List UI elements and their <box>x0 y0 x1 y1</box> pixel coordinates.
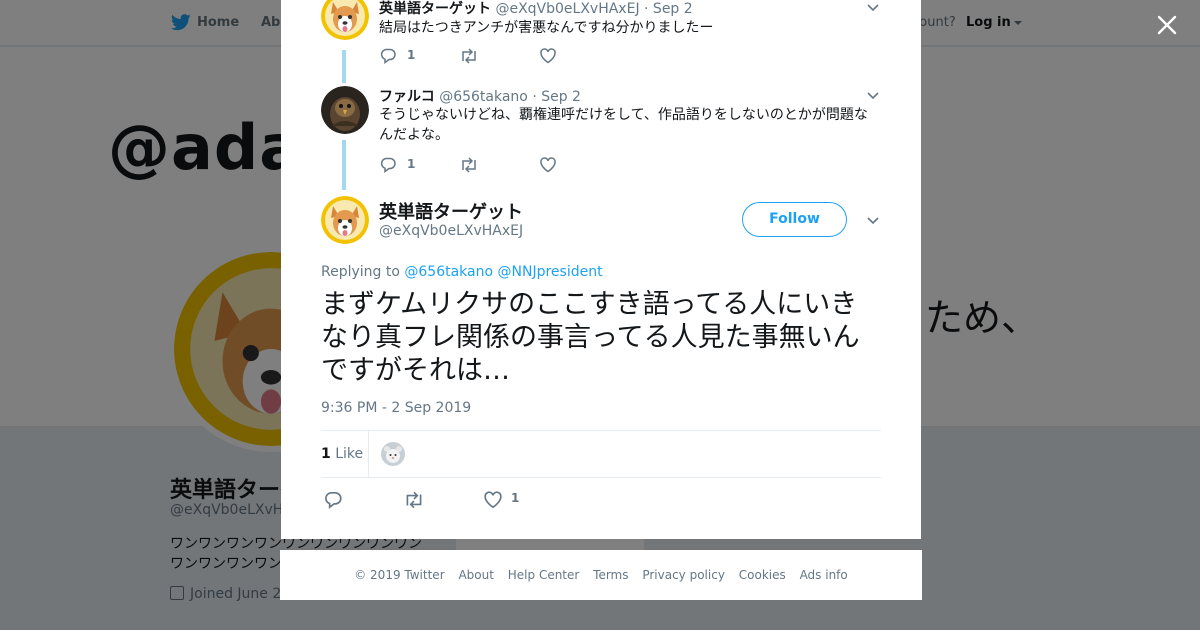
tweet-author-handle[interactable]: @656takano <box>439 89 528 105</box>
tweet-text: そうじゃないけどね、覇権連呼だけをして、作品語りをしないのとかが問題なんだよな。 <box>379 107 868 143</box>
close-icon[interactable] <box>1156 14 1178 36</box>
stats-divider <box>368 431 369 478</box>
tweet-date[interactable]: · Sep 2 <box>532 89 581 105</box>
tweet-actions: 1 <box>379 46 679 66</box>
replying-to: Replying to @656takano @NNJpresident <box>321 264 603 280</box>
footer-help-link[interactable]: Help Center <box>508 568 580 582</box>
likes-count: 1 <box>321 446 331 462</box>
tweet-avatar[interactable] <box>321 0 369 40</box>
tweet-actions: 1 <box>379 155 679 175</box>
reply-count: 1 <box>407 48 416 62</box>
retweet-icon <box>462 157 476 173</box>
tweet-header: 英単語ターゲット @eXqVb0eLXvHAxEJ · Sep 2 <box>379 0 693 18</box>
main-tweet-actions: 1 <box>321 489 621 509</box>
corgi-avatar-image <box>321 0 369 40</box>
likes-stat[interactable]: 1 Like <box>321 446 363 462</box>
tweet-author-name[interactable]: 英単語ターゲット <box>379 1 491 17</box>
footer-links: © 2019 Twitter About Help Center Terms P… <box>280 568 922 582</box>
tweet-text: 結局はたつきアンチが害悪なんですね分かりましたー <box>379 20 714 36</box>
tweet-header: ファルコ @656takano · Sep 2 <box>379 86 581 106</box>
tweet-avatar[interactable] <box>321 86 369 134</box>
tweet-modal: 英単語ターゲット @eXqVb0eLXvHAxEJ · Sep 2 結局はたつき… <box>281 0 921 539</box>
tweet-stats: 1 Like <box>321 430 881 478</box>
reply-icon <box>380 157 396 173</box>
falcon-avatar-image <box>321 86 369 134</box>
like-icon <box>540 157 556 173</box>
reply-icon <box>325 491 342 509</box>
liker-avatar-image <box>381 442 405 466</box>
reply-count: 1 <box>407 157 416 171</box>
footer-cookies-link[interactable]: Cookies <box>739 568 786 582</box>
footer-terms-link[interactable]: Terms <box>593 568 628 582</box>
thread-tweet[interactable]: 英単語ターゲット @eXqVb0eLXvHAxEJ · Sep 2 結局はたつき… <box>321 0 881 74</box>
tweet-date[interactable]: · Sep 2 <box>644 1 693 17</box>
main-tweet-author-handle[interactable]: @eXqVb0eLXvHAxEJ <box>379 223 523 239</box>
reply-icon <box>380 48 396 64</box>
liker-avatar[interactable] <box>381 442 405 466</box>
retweet-icon <box>462 48 476 64</box>
like-count: 1 <box>511 491 520 505</box>
replying-prefix: Replying to <box>321 264 400 280</box>
footer-privacy-link[interactable]: Privacy policy <box>642 568 725 582</box>
main-tweet-author-name[interactable]: 英単語ターゲット <box>379 198 523 224</box>
reply-mention-link[interactable]: @656takano <box>404 264 493 280</box>
tweet-author-name[interactable]: ファルコ <box>379 89 435 105</box>
modal-footer: © 2019 Twitter About Help Center Terms P… <box>280 550 922 600</box>
thread-tweet[interactable]: ファルコ @656takano · Sep 2 そうじゃないけどね、覇権連呼だけ… <box>321 86 881 176</box>
main-tweet-avatar[interactable] <box>321 196 369 244</box>
retweet-icon <box>406 491 422 509</box>
footer-about-link[interactable]: About <box>458 568 493 582</box>
like-icon <box>484 491 502 509</box>
main-tweet-text: まずケムリクサのここすき語ってる人にいきなり真フレ関係の事言ってる人見た事無いん… <box>321 289 860 386</box>
like-icon <box>540 48 556 64</box>
main-tweet-timestamp[interactable]: 9:36 PM - 2 Sep 2019 <box>321 400 471 416</box>
chevron-down-icon[interactable] <box>866 0 880 14</box>
corgi-avatar-image <box>321 196 369 244</box>
likes-label: Like <box>335 446 364 462</box>
tweet-author-handle[interactable]: @eXqVb0eLXvHAxEJ <box>495 1 639 17</box>
chevron-down-icon[interactable] <box>866 88 880 102</box>
footer-ads-link[interactable]: Ads info <box>800 568 848 582</box>
chevron-down-icon[interactable] <box>866 213 880 227</box>
reply-mention-link[interactable]: @NNJpresident <box>498 264 603 280</box>
follow-button[interactable]: Follow <box>742 202 847 237</box>
footer-copyright: © 2019 Twitter <box>354 568 445 582</box>
